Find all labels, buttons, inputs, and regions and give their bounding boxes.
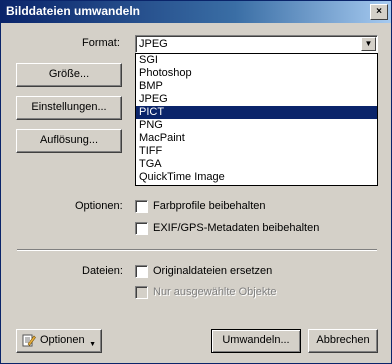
options-button-label: Optionen [40, 334, 85, 346]
format-option-tga[interactable]: TGA [136, 158, 377, 171]
format-option-sgi[interactable]: SGI [136, 54, 377, 67]
window-title: Bilddateien umwandeln [6, 4, 141, 18]
files-label: Dateien: [82, 265, 123, 277]
keep-color-profiles-label[interactable]: Farbprofile beibehalten [153, 200, 266, 212]
only-selected-label: Nur ausgewählte Objekte [153, 286, 277, 298]
format-option-jpeg[interactable]: JPEG [136, 93, 377, 106]
separator [17, 249, 377, 251]
format-option-photoshop[interactable]: Photoshop [136, 67, 377, 80]
convert-images-dialog: Bilddateien umwandeln × Größe... Einstel… [0, 0, 392, 364]
cancel-button[interactable]: Abbrechen [308, 329, 378, 353]
edit-icon [22, 334, 36, 347]
keep-color-profiles-checkbox[interactable] [135, 200, 148, 213]
keep-exif-gps-checkbox[interactable] [135, 222, 148, 235]
format-option-bmp[interactable]: BMP [136, 80, 377, 93]
format-option-quicktime[interactable]: QuickTime Image [136, 171, 377, 184]
title-bar[interactable]: Bilddateien umwandeln × [1, 1, 391, 23]
format-option-tiff[interactable]: TIFF [136, 145, 377, 158]
format-option-pict[interactable]: PICT [136, 106, 377, 119]
format-label: Format: [82, 37, 120, 49]
close-icon[interactable]: × [370, 4, 388, 20]
options-label: Optionen: [75, 200, 123, 212]
format-option-png[interactable]: PNG [136, 119, 377, 132]
settings-button[interactable]: Einstellungen... [16, 96, 122, 120]
dropdown-arrow-icon: ▼ [89, 341, 96, 348]
replace-originals-label[interactable]: Originaldateien ersetzen [153, 265, 272, 277]
resolution-button[interactable]: Auflösung... [16, 129, 122, 153]
keep-exif-gps-label[interactable]: EXIF/GPS-Metadaten beibehalten [153, 222, 319, 234]
only-selected-checkbox [135, 286, 148, 299]
replace-originals-checkbox[interactable] [135, 265, 148, 278]
chevron-down-icon[interactable]: ▼ [361, 37, 376, 51]
format-option-macpaint[interactable]: MacPaint [136, 132, 377, 145]
options-menu-button[interactable]: Optionen ▼ [16, 329, 102, 353]
format-dropdown-list: SGI Photoshop BMP JPEG PICT PNG MacPaint… [135, 53, 378, 186]
format-selected-value: JPEG [139, 38, 168, 50]
size-button[interactable]: Größe... [16, 63, 122, 87]
format-select[interactable]: JPEG ▼ [135, 35, 378, 53]
convert-button[interactable]: Umwandeln... [211, 329, 301, 353]
